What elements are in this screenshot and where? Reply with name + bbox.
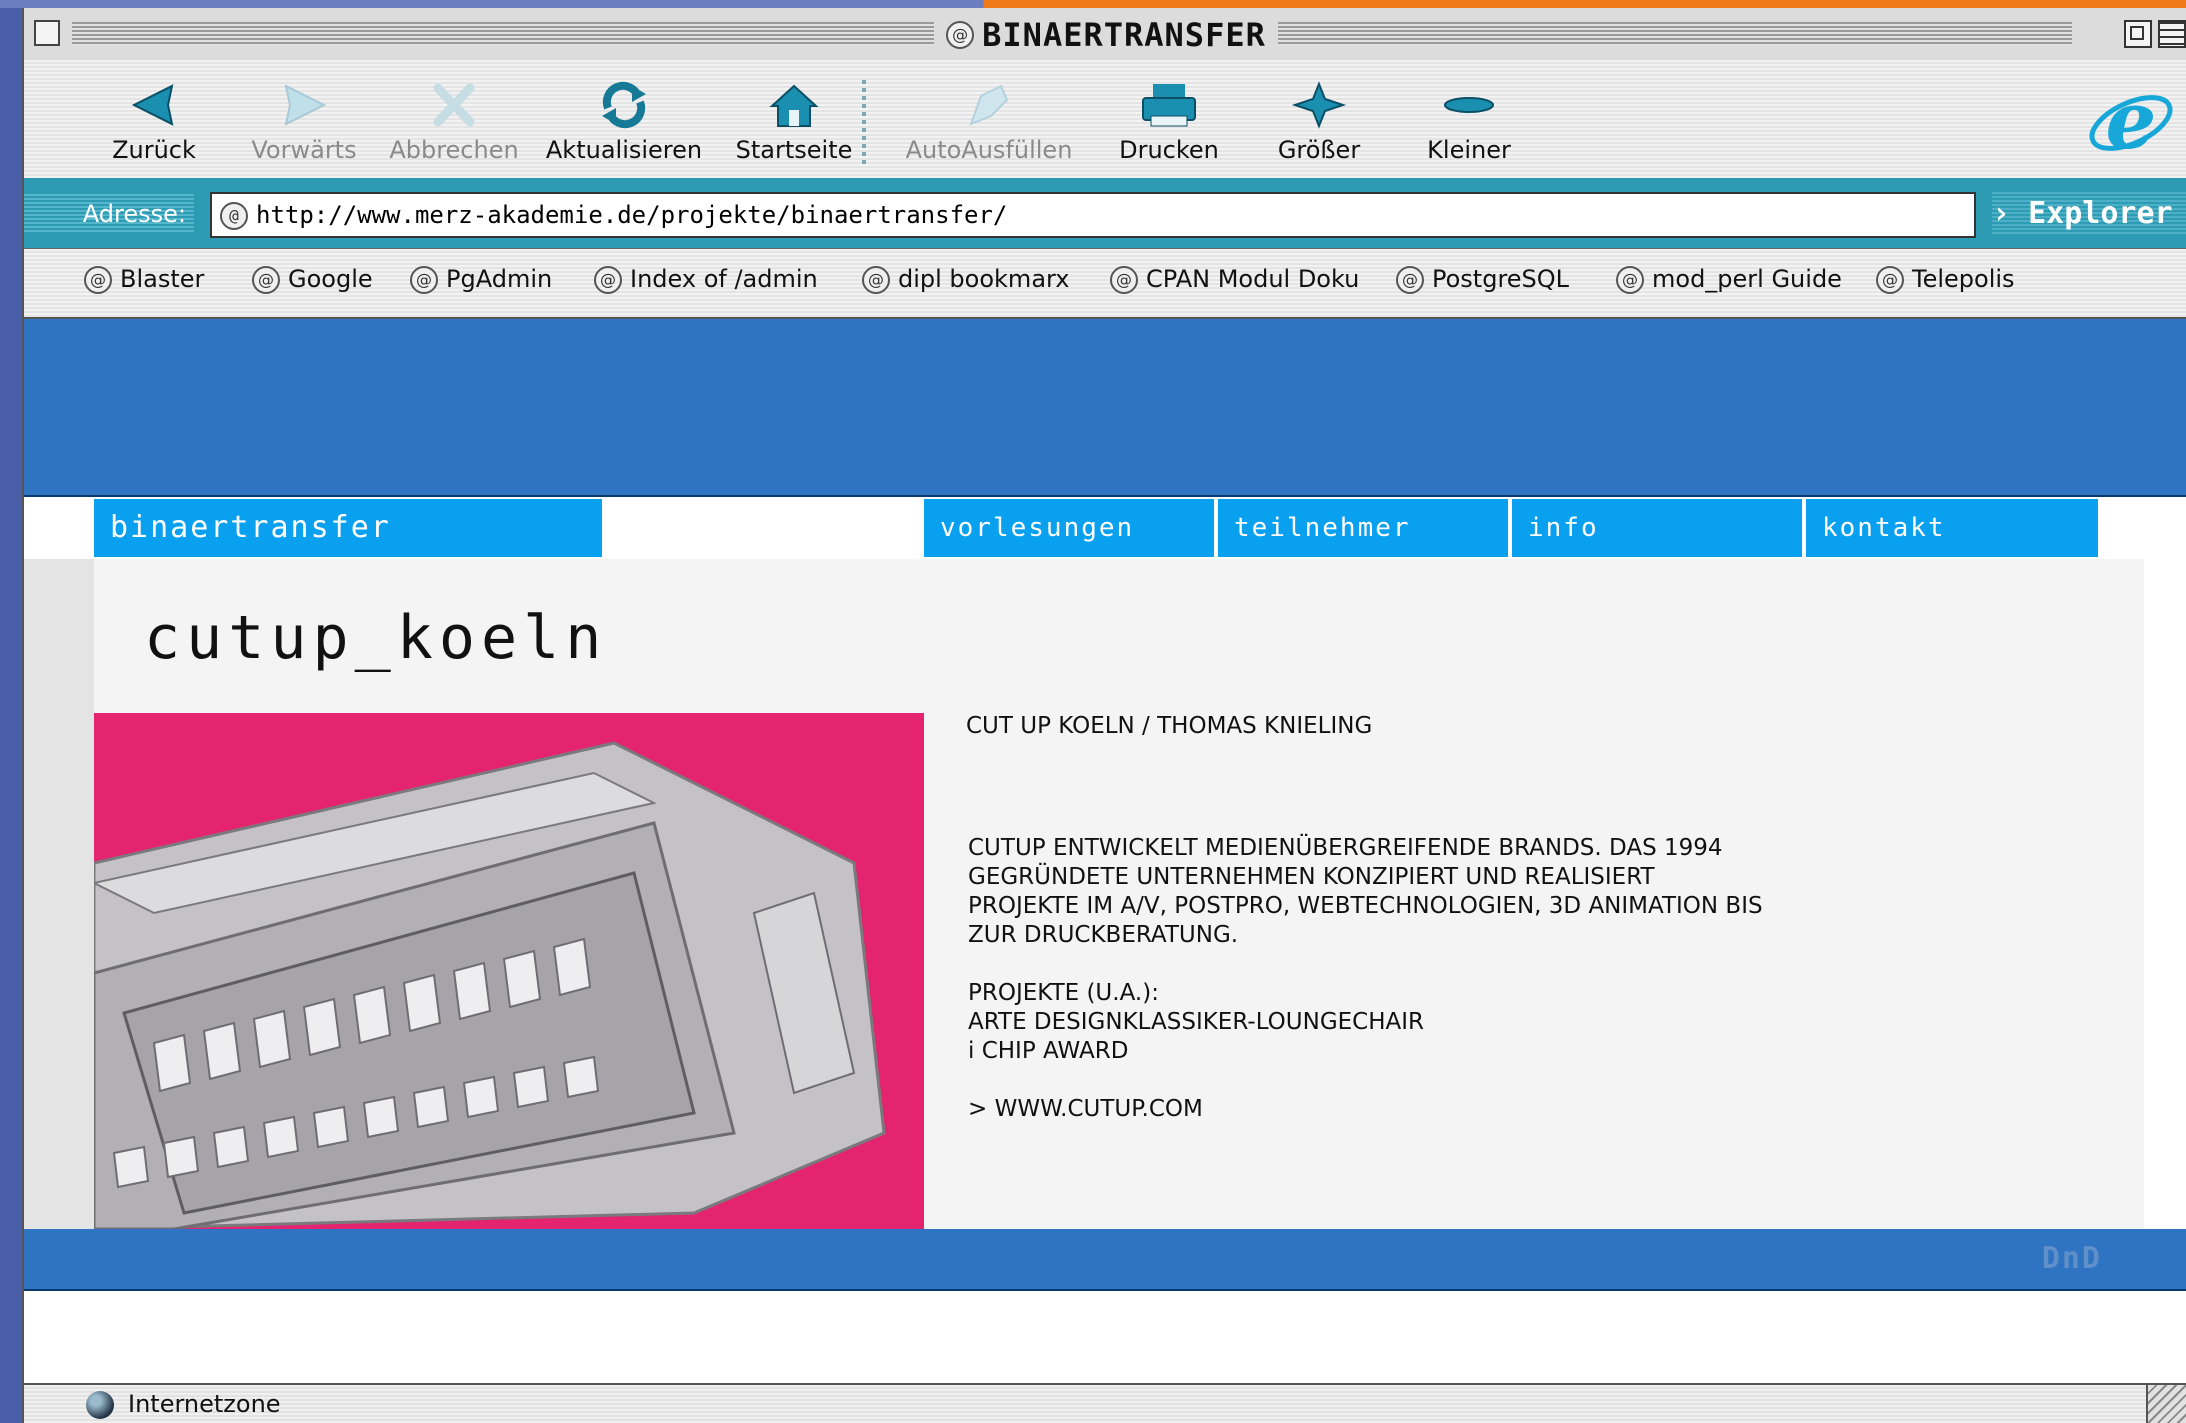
globe-icon: [86, 1391, 114, 1419]
smaller-text-button[interactable]: Kleiner: [1399, 60, 1539, 178]
favorite-at-icon: @: [252, 266, 280, 294]
address-label: Adresse:: [24, 194, 194, 234]
projects-line: i CHIP AWARD: [968, 1038, 1129, 1064]
print-button[interactable]: Drucken: [1094, 60, 1244, 178]
left-gutter: [24, 559, 94, 1229]
dnd-logo: DnD: [2041, 1241, 2102, 1276]
home-button[interactable]: Startseite: [724, 60, 864, 178]
favorite-at-icon: @: [410, 266, 438, 294]
url-field[interactable]: @ http://www.merz-akademie.de/projekte/bi…: [210, 192, 1976, 238]
back-button[interactable]: Zurück: [84, 60, 224, 178]
nav-teilnehmer[interactable]: teilnehmer: [1218, 499, 1508, 557]
site-footer: DnD: [24, 1229, 2186, 1291]
back-arrow-icon: [131, 84, 174, 126]
site-nav: binaertransfer vorlesungen teilnehmer in…: [24, 495, 2186, 561]
desktop-background: [0, 0, 2186, 8]
larger-text-icon: [1291, 81, 1347, 129]
window-title: BINAERTRANSFER: [982, 16, 1266, 54]
cutup-website-link[interactable]: > WWW.CUTUP.COM: [968, 1094, 1203, 1124]
page-title: cutup_koeln: [144, 603, 608, 673]
content-paragraph-line: PROJEKTE IM A/V, POSTPRO, WEBTECHNOLOGIE…: [968, 893, 1763, 919]
refresh-button[interactable]: Aktualisieren: [524, 60, 724, 178]
favorite-index-of-admin[interactable]: @ Index of /admin: [594, 265, 818, 294]
favorite-telepolis[interactable]: @ Telepolis: [1876, 265, 2015, 294]
hero-connector-image: [94, 713, 924, 1229]
content-paragraph-line: ZUR DRUCKBERATUNG.: [968, 922, 1239, 948]
favorite-dipl-bookmarx[interactable]: @ dipl bookmarx: [862, 265, 1069, 294]
explorer-button[interactable]: › Explorer: [1992, 192, 2186, 236]
favorite-mod-perl-guide[interactable]: @ mod_perl Guide: [1616, 265, 1842, 294]
home-icon: [769, 84, 819, 127]
favorites-bar: @ Blaster @ Google @ PgAdmin @ Index of /adm…: [24, 249, 2186, 319]
web-content: binaertransfer vorlesungen teilnehmer in…: [24, 319, 2186, 1383]
svg-text:e: e: [2106, 78, 2157, 167]
favorite-at-icon: @: [84, 266, 112, 294]
autofill-button[interactable]: AutoAusfüllen: [894, 60, 1084, 178]
favorite-at-icon: @: [594, 266, 622, 294]
favorite-cpan-modul-doku[interactable]: @ CPAN Modul Doku: [1110, 265, 1359, 294]
resize-grip[interactable]: [2146, 1385, 2186, 1423]
favorite-at-icon: @: [1396, 266, 1424, 294]
nav-kontakt[interactable]: kontakt: [1806, 499, 2098, 557]
url-at-icon: @: [220, 202, 248, 230]
toolbar: Zurück Vorwärts Abbrechen Aktualisieren …: [24, 60, 2186, 179]
zoom-box[interactable]: [2124, 20, 2152, 48]
title-bar[interactable]: @ BINAERTRANSFER: [24, 8, 2186, 61]
site-brand-link[interactable]: binaertransfer: [94, 499, 602, 557]
content-paragraph-line: GEGRÜNDETE UNTERNEHMEN KONZIPIERT UND RE…: [968, 864, 1655, 890]
printer-icon: [1142, 84, 1196, 127]
favorite-at-icon: @: [1110, 266, 1138, 294]
scart-connector-illustration: [94, 741, 886, 1229]
larger-text-button[interactable]: Größer: [1249, 60, 1389, 178]
content-heading: CUT UP KOELN / THOMAS KNIELING: [966, 713, 1373, 739]
favorite-at-icon: @: [1616, 266, 1644, 294]
status-bar: Internetzone: [24, 1383, 2186, 1423]
projects-line: PROJEKTE (U.A.):: [968, 980, 1159, 1006]
toolbar-separator: [862, 80, 866, 164]
autofill-icon: [969, 84, 1009, 126]
forward-button[interactable]: Vorwärts: [224, 60, 384, 178]
favorite-blaster[interactable]: @ Blaster: [84, 265, 204, 294]
site-banner: [24, 319, 2186, 495]
address-bar: Adresse: @ http://www.merz-akademie.de/pr…: [24, 178, 2186, 249]
stop-button[interactable]: Abbrechen: [384, 60, 524, 178]
favorite-google[interactable]: @ Google: [252, 265, 373, 294]
browser-window: @ BINAERTRANSFER Zurück Vorwärts Abbreche…: [22, 8, 2186, 1423]
nav-vorlesungen[interactable]: vorlesungen: [924, 499, 1214, 557]
main-panel: cutup_koeln CUT UP KOELN / THOMAS KNIELI…: [94, 559, 2144, 1229]
projects-line: ARTE DESIGNKLASSIKER-LOUNGECHAIR: [968, 1009, 1425, 1035]
favorite-at-icon: @: [862, 266, 890, 294]
refresh-icon: [602, 81, 646, 129]
stop-x-icon: [433, 83, 475, 127]
page-at-icon: @: [946, 21, 975, 49]
favorite-postgresql[interactable]: @ PostgreSQL: [1396, 265, 1569, 294]
url-text: http://www.merz-akademie.de/projekte/bin…: [256, 201, 1008, 229]
favorite-at-icon: @: [1876, 266, 1904, 294]
favorite-pgadmin[interactable]: @ PgAdmin: [410, 265, 552, 294]
smaller-text-icon: [1444, 97, 1494, 113]
content-paragraph-line: CUTUP ENTWICKELT MEDIENÜBERGREIFENDE BRA…: [968, 835, 1723, 861]
internet-explorer-logo-icon: e: [2089, 78, 2173, 167]
nav-info[interactable]: info: [1512, 499, 1802, 557]
collapse-box[interactable]: [2158, 20, 2186, 48]
security-zone-text: Internetzone: [128, 1390, 281, 1418]
forward-arrow-icon: [284, 84, 327, 126]
